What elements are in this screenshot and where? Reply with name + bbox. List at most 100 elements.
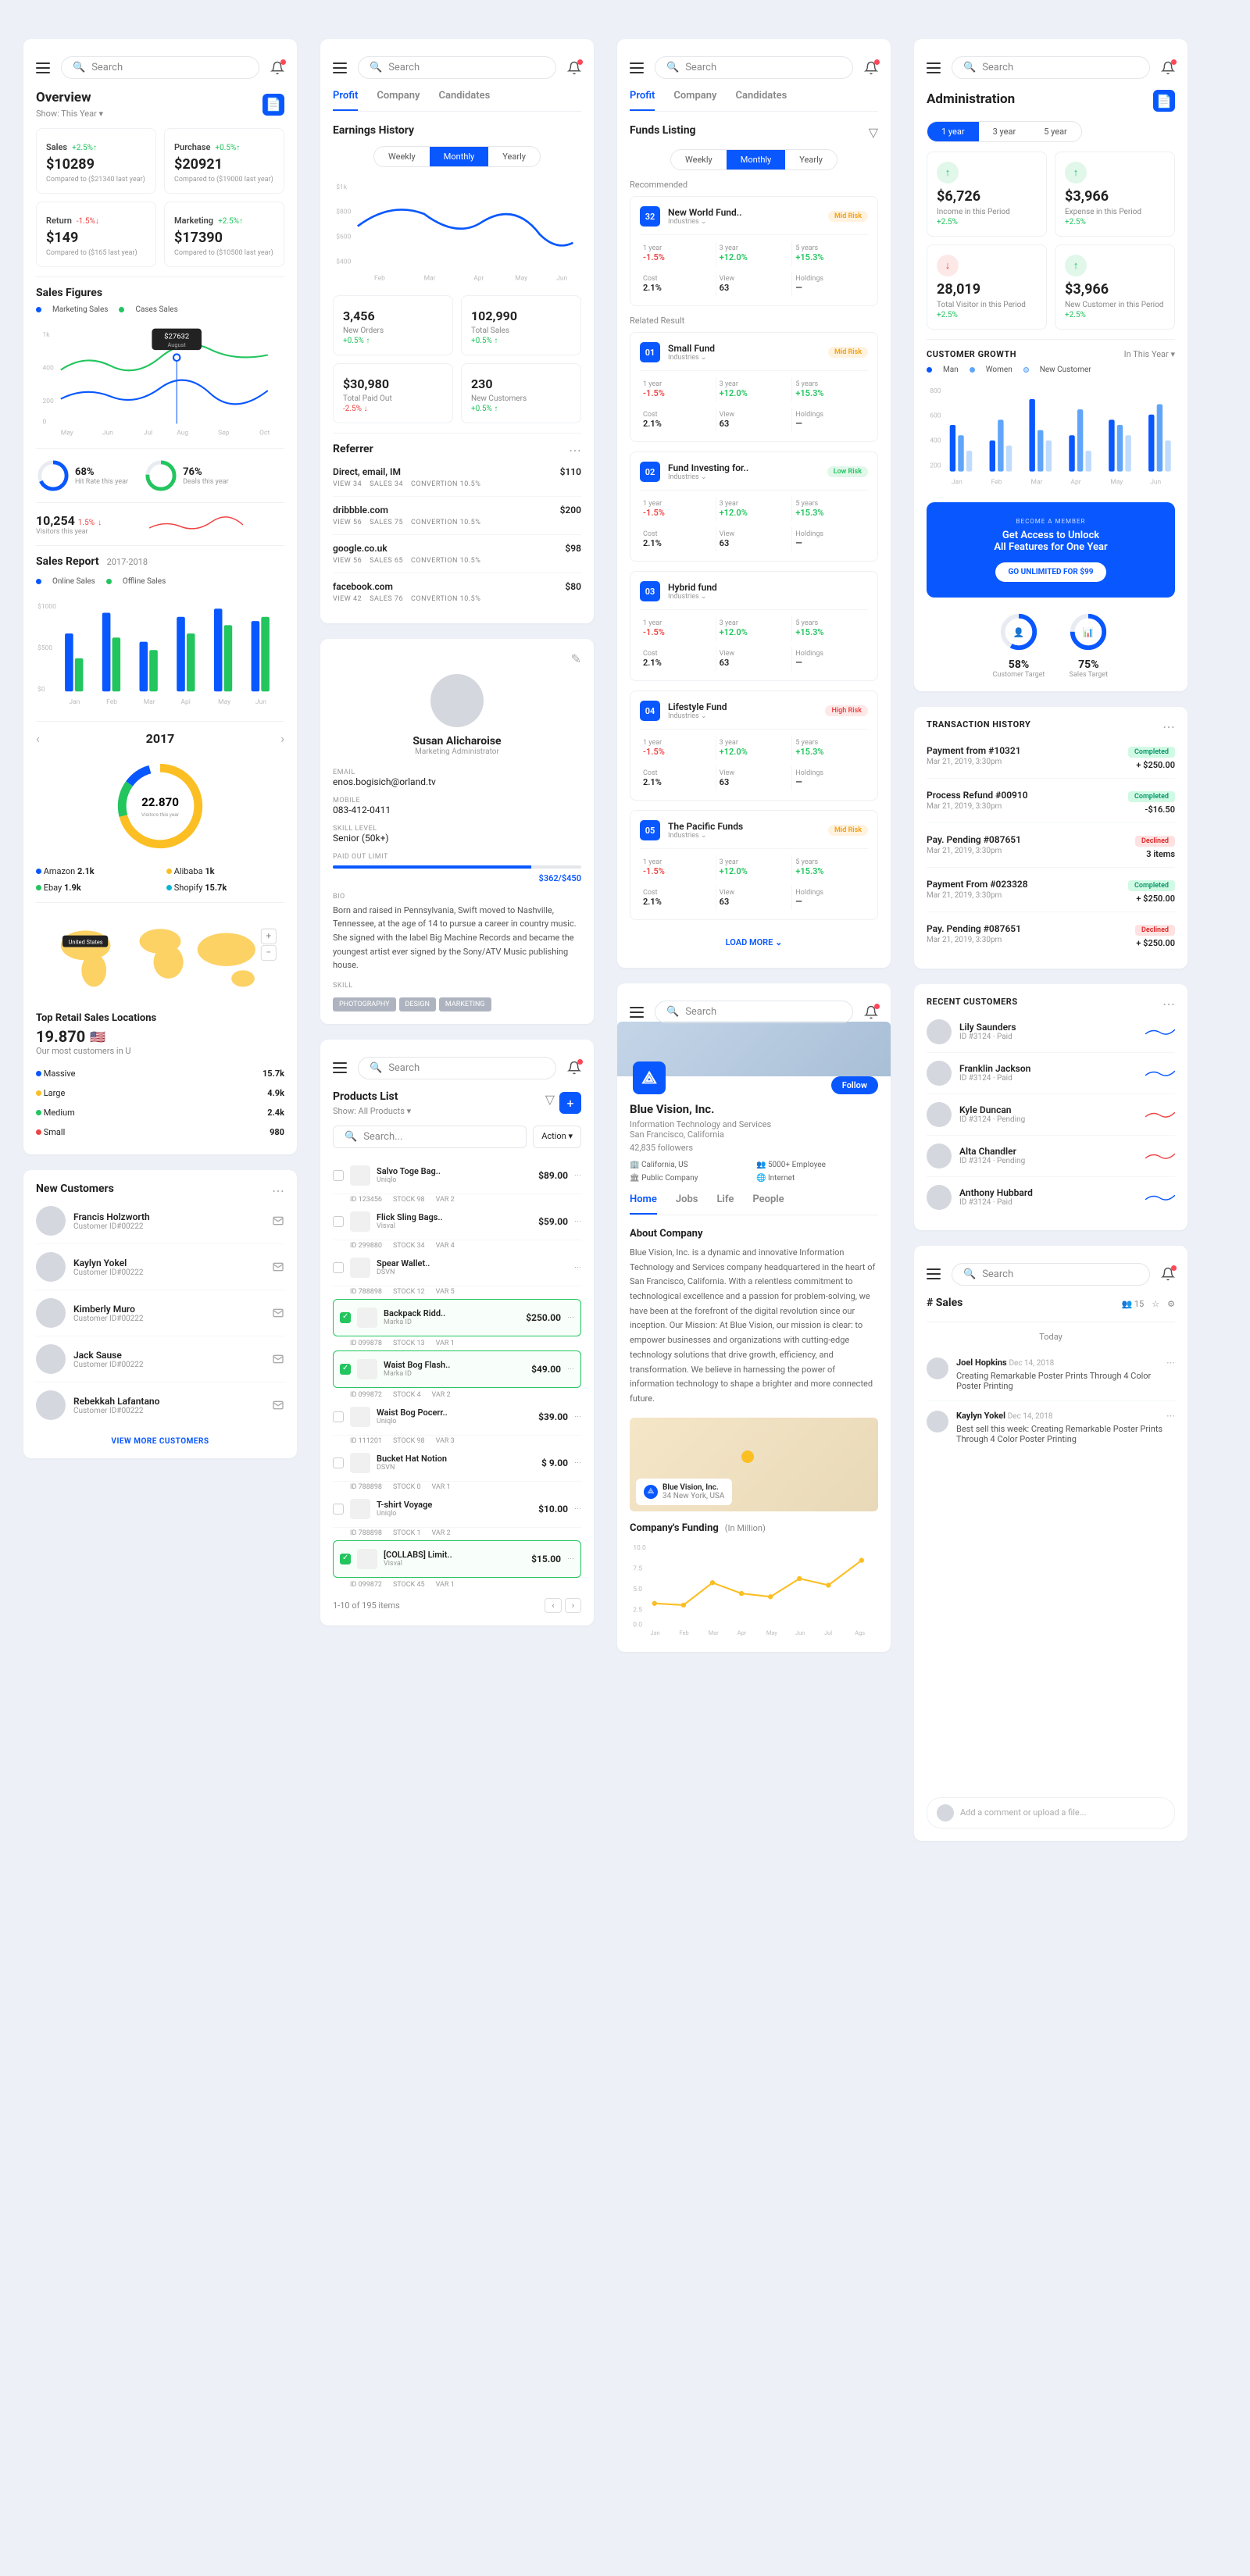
- company-map[interactable]: ⟁Blue Vision, Inc.34 New York, USA: [630, 1418, 878, 1511]
- fund-card[interactable]: 02Fund Investing for..Industries ⌄Low Ri…: [630, 451, 878, 562]
- recent-customer-row[interactable]: Alta ChandlerID #3124 · Pending: [927, 1136, 1175, 1177]
- period-1y[interactable]: 1 year: [927, 122, 979, 141]
- checkbox[interactable]: [333, 1216, 344, 1227]
- transaction-row[interactable]: Pay. Pending #087651Mar 21, 2019, 3:30pm…: [927, 912, 1175, 956]
- referrer-row[interactable]: Direct, email, IM$110VIEW 34SALES 34CONV…: [333, 458, 581, 497]
- checkbox[interactable]: [333, 1411, 344, 1422]
- product-row[interactable]: Backpack Ridd..Marka ID$250.00⋯: [333, 1299, 581, 1336]
- customer-row[interactable]: Kaylyn YokelCustomer ID#00222: [36, 1244, 284, 1290]
- unlimited-button[interactable]: GO UNLIMITED FOR $99: [995, 562, 1105, 582]
- members-count[interactable]: 👥 15: [1121, 1299, 1144, 1309]
- prev-year-button[interactable]: ‹: [36, 731, 40, 746]
- referrer-row[interactable]: facebook.com$80VIEW 42SALES 76CONVERTION…: [333, 573, 581, 611]
- checkbox[interactable]: [340, 1312, 351, 1323]
- tab-profit[interactable]: Profit: [333, 90, 358, 111]
- transaction-row[interactable]: Payment From #023328Mar 21, 2019, 3:30pm…: [927, 868, 1175, 912]
- product-row[interactable]: Waist Bog Flash..Marka ID$49.00⋯: [333, 1350, 581, 1388]
- tab-people[interactable]: People: [752, 1193, 784, 1215]
- checkbox[interactable]: [340, 1554, 351, 1565]
- tab-profit[interactable]: Profit: [630, 90, 655, 111]
- checkbox[interactable]: [333, 1457, 344, 1468]
- period-5y[interactable]: 5 year: [1030, 122, 1081, 141]
- menu-icon[interactable]: [333, 1062, 347, 1073]
- fund-card[interactable]: 04Lifestyle FundIndustries ⌄High Risk1 y…: [630, 690, 878, 801]
- search-input[interactable]: 🔍 Search: [952, 56, 1150, 79]
- mail-icon[interactable]: [272, 1261, 284, 1273]
- more-icon[interactable]: ⋯: [1162, 997, 1175, 1011]
- customer-row[interactable]: Jack SauseCustomer ID#00222: [36, 1336, 284, 1383]
- mail-icon[interactable]: [272, 1215, 284, 1227]
- gear-icon[interactable]: ⚙: [1167, 1299, 1175, 1309]
- recent-customer-row[interactable]: Anthony HubbardID #3124 · Paid: [927, 1177, 1175, 1218]
- star-icon[interactable]: ☆: [1152, 1299, 1159, 1309]
- recent-customer-row[interactable]: Kyle DuncanID #3124 · Pending: [927, 1094, 1175, 1136]
- edit-icon[interactable]: ✎: [333, 651, 581, 666]
- search-input[interactable]: 🔍 Search: [358, 1057, 556, 1079]
- tab-life[interactable]: Life: [716, 1193, 734, 1215]
- bell-icon[interactable]: [1161, 61, 1175, 75]
- tab-company[interactable]: Company: [377, 90, 420, 111]
- more-icon[interactable]: ⋯: [1166, 1411, 1175, 1421]
- tab-jobs[interactable]: Jobs: [676, 1193, 698, 1215]
- checkbox[interactable]: [340, 1364, 351, 1375]
- search-input[interactable]: 🔍 Search: [61, 56, 259, 79]
- product-row[interactable]: Spear Wallet..DSVN⋯: [333, 1250, 581, 1286]
- follow-button[interactable]: Follow: [831, 1076, 878, 1094]
- filter-dropdown[interactable]: Show: This Year ▾: [36, 109, 103, 119]
- tab-company[interactable]: Company: [673, 90, 716, 111]
- transaction-row[interactable]: Pay. Pending #087651Mar 21, 2019, 3:30pm…: [927, 823, 1175, 868]
- add-product-button[interactable]: +: [559, 1092, 581, 1114]
- period-monthly[interactable]: Monthly: [727, 150, 786, 169]
- bell-icon[interactable]: [270, 61, 284, 75]
- menu-icon[interactable]: [927, 62, 941, 73]
- fund-card[interactable]: 03Hybrid fundIndustries ⌄1 year-1.5%3 ye…: [630, 571, 878, 681]
- transaction-row[interactable]: Payment from #10321Mar 21, 2019, 3:30pmC…: [927, 734, 1175, 779]
- export-button[interactable]: 📄: [262, 94, 284, 116]
- period-weekly[interactable]: Weekly: [671, 150, 727, 169]
- view-more-customers-button[interactable]: VIEW MORE CUSTOMERS: [36, 1437, 284, 1446]
- fund-card[interactable]: 05The Pacific FundsIndustries ⌄Mid Risk1…: [630, 810, 878, 920]
- product-row[interactable]: Waist Bog Pocerr..Uniqlo$39.00⋯: [333, 1399, 581, 1436]
- export-button[interactable]: 📄: [1153, 90, 1175, 112]
- mail-icon[interactable]: [272, 1399, 284, 1411]
- recent-customer-row[interactable]: Franklin JacksonID #3124 · Paid: [927, 1053, 1175, 1094]
- period-monthly[interactable]: Monthly: [430, 147, 489, 166]
- more-icon[interactable]: ⋯: [1166, 1358, 1175, 1368]
- checkbox[interactable]: [333, 1504, 344, 1515]
- search-input[interactable]: 🔍 Search: [655, 1001, 853, 1023]
- bell-icon[interactable]: [864, 61, 878, 75]
- search-input[interactable]: 🔍 Search: [655, 56, 853, 79]
- bell-icon[interactable]: [1161, 1267, 1175, 1281]
- bell-icon[interactable]: [864, 1005, 878, 1019]
- product-row[interactable]: T-shirt VoyageUniqlo$10.00⋯: [333, 1491, 581, 1528]
- menu-icon[interactable]: [36, 62, 50, 73]
- product-row[interactable]: Salvo Toge Bag..Uniqlo$89.00⋯: [333, 1158, 581, 1194]
- comment-input[interactable]: Add a comment or upload a file...: [960, 1807, 1165, 1818]
- product-row[interactable]: Flick Sling Bags..Visval$59.00⋯: [333, 1204, 581, 1240]
- mail-icon[interactable]: [272, 1353, 284, 1365]
- product-search-input[interactable]: 🔍 Search...: [333, 1126, 527, 1148]
- recent-customer-row[interactable]: Lily SaundersID #3124 · Paid: [927, 1011, 1175, 1053]
- referrer-row[interactable]: google.co.uk$98VIEW 56SALES 65CONVERTION…: [333, 535, 581, 573]
- referrer-row[interactable]: dribbble.com$200VIEW 56SALES 75CONVERTIO…: [333, 497, 581, 535]
- period-weekly[interactable]: Weekly: [374, 147, 430, 166]
- period-yearly[interactable]: Yearly: [488, 147, 540, 166]
- mail-icon[interactable]: [272, 1307, 284, 1319]
- more-icon[interactable]: ⋯: [272, 1183, 284, 1198]
- period-yearly[interactable]: Yearly: [785, 150, 837, 169]
- tab-candidates[interactable]: Candidates: [736, 90, 788, 111]
- checkbox[interactable]: [333, 1170, 344, 1181]
- product-row[interactable]: [COLLABS] Limit..Visval$15.00⋯: [333, 1540, 581, 1578]
- transaction-row[interactable]: Process Refund #00910Mar 21, 2019, 3:30p…: [927, 779, 1175, 823]
- product-row[interactable]: Bucket Hat NotionDSVN$ 9.00⋯: [333, 1445, 581, 1482]
- filter-dropdown[interactable]: Show: All Products ▾: [333, 1106, 411, 1116]
- fund-card[interactable]: 01Small FundIndustries ⌄Mid Risk1 year-1…: [630, 332, 878, 442]
- period-3y[interactable]: 3 year: [979, 122, 1030, 141]
- checkbox[interactable]: [333, 1262, 344, 1273]
- customer-row[interactable]: Rebekkah LafantanoCustomer ID#00222: [36, 1383, 284, 1428]
- menu-icon[interactable]: [630, 62, 644, 73]
- growth-period-dropdown[interactable]: In This Year ▾: [1124, 349, 1175, 359]
- tab-candidates[interactable]: Candidates: [439, 90, 491, 111]
- prev-page-button[interactable]: ‹: [545, 1598, 561, 1613]
- menu-icon[interactable]: [333, 62, 347, 73]
